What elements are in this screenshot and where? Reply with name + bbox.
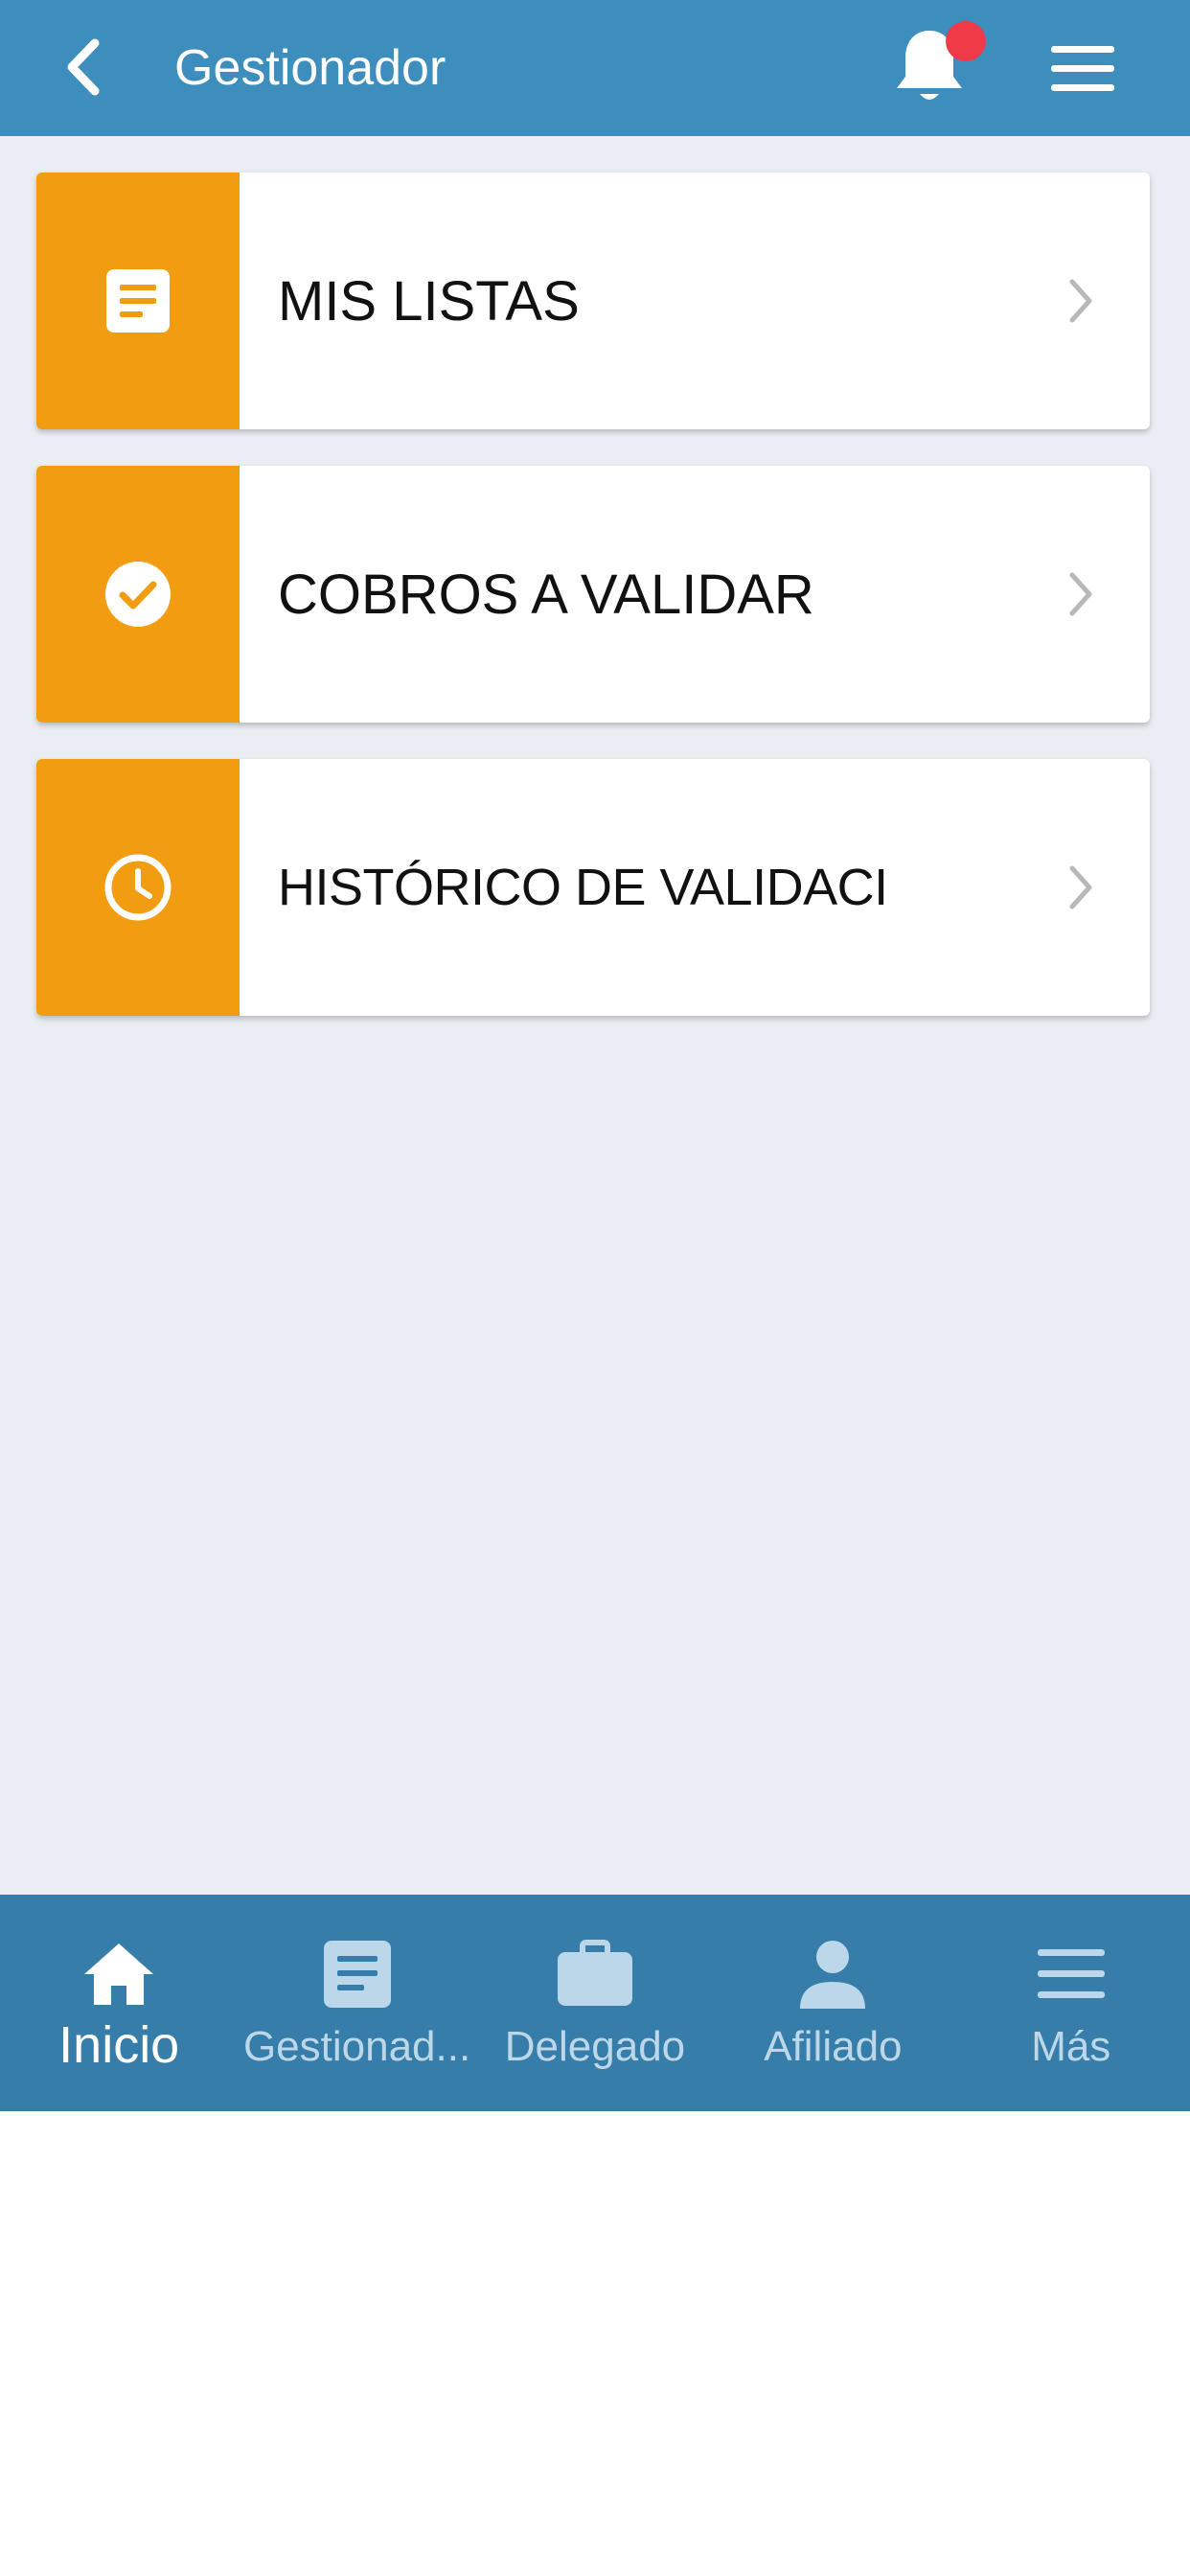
chevron-right-icon bbox=[1052, 272, 1110, 330]
card-mis-listas[interactable]: MIS LISTAS bbox=[36, 172, 1150, 429]
top-app-bar: Gestionador bbox=[0, 0, 1190, 136]
nav-item-delegado[interactable]: Delegado bbox=[476, 1895, 714, 2111]
document-icon bbox=[323, 1941, 391, 2008]
back-button[interactable] bbox=[46, 29, 123, 105]
nav-item-afiliado[interactable]: Afiliado bbox=[714, 1895, 951, 2111]
nav-item-gestionador[interactable]: Gestionad... bbox=[238, 1895, 475, 2111]
nav-label: Más bbox=[1031, 2023, 1111, 2070]
card-label: COBROS A VALIDAR bbox=[278, 563, 814, 626]
hamburger-menu-icon bbox=[1051, 46, 1114, 91]
notification-badge bbox=[946, 21, 986, 61]
nav-item-mas[interactable]: Más bbox=[952, 1895, 1190, 2111]
app-screen: Gestionador MIS LISTAS COBROS A VALIDAR … bbox=[0, 0, 1190, 2111]
home-icon bbox=[84, 1944, 154, 2005]
menu-button[interactable] bbox=[1044, 31, 1121, 107]
nav-item-inicio[interactable]: Inicio bbox=[0, 1895, 238, 2111]
hamburger-menu-icon bbox=[1037, 1949, 1105, 1998]
page-title: Gestionador bbox=[174, 40, 446, 96]
briefcase-icon bbox=[557, 1940, 632, 2006]
nav-label: Afiliado bbox=[764, 2023, 903, 2070]
check-circle-icon bbox=[105, 562, 171, 627]
chevron-right-icon bbox=[1052, 859, 1110, 916]
card-icon-strip bbox=[36, 466, 240, 723]
card-icon-strip bbox=[36, 172, 240, 429]
person-icon bbox=[800, 1941, 866, 2009]
card-icon-strip bbox=[36, 759, 240, 1016]
nav-label: Delegado bbox=[504, 2023, 686, 2070]
document-icon bbox=[106, 269, 170, 333]
nav-label: Inicio bbox=[58, 2016, 180, 2074]
clock-icon bbox=[104, 854, 172, 921]
card-historico-de-validacion[interactable]: HISTÓRICO DE VALIDACI bbox=[36, 759, 1150, 1016]
bottom-navigation: Inicio Gestionad... Delegado Afiliado Má… bbox=[0, 1895, 1190, 2111]
card-label: MIS LISTAS bbox=[278, 269, 580, 333]
chevron-left-icon bbox=[67, 38, 100, 96]
card-label: HISTÓRICO DE VALIDACI bbox=[278, 859, 888, 916]
nav-label: Gestionad... bbox=[242, 2023, 471, 2070]
card-cobros-a-validar[interactable]: COBROS A VALIDAR bbox=[36, 466, 1150, 723]
chevron-right-icon bbox=[1052, 565, 1110, 623]
